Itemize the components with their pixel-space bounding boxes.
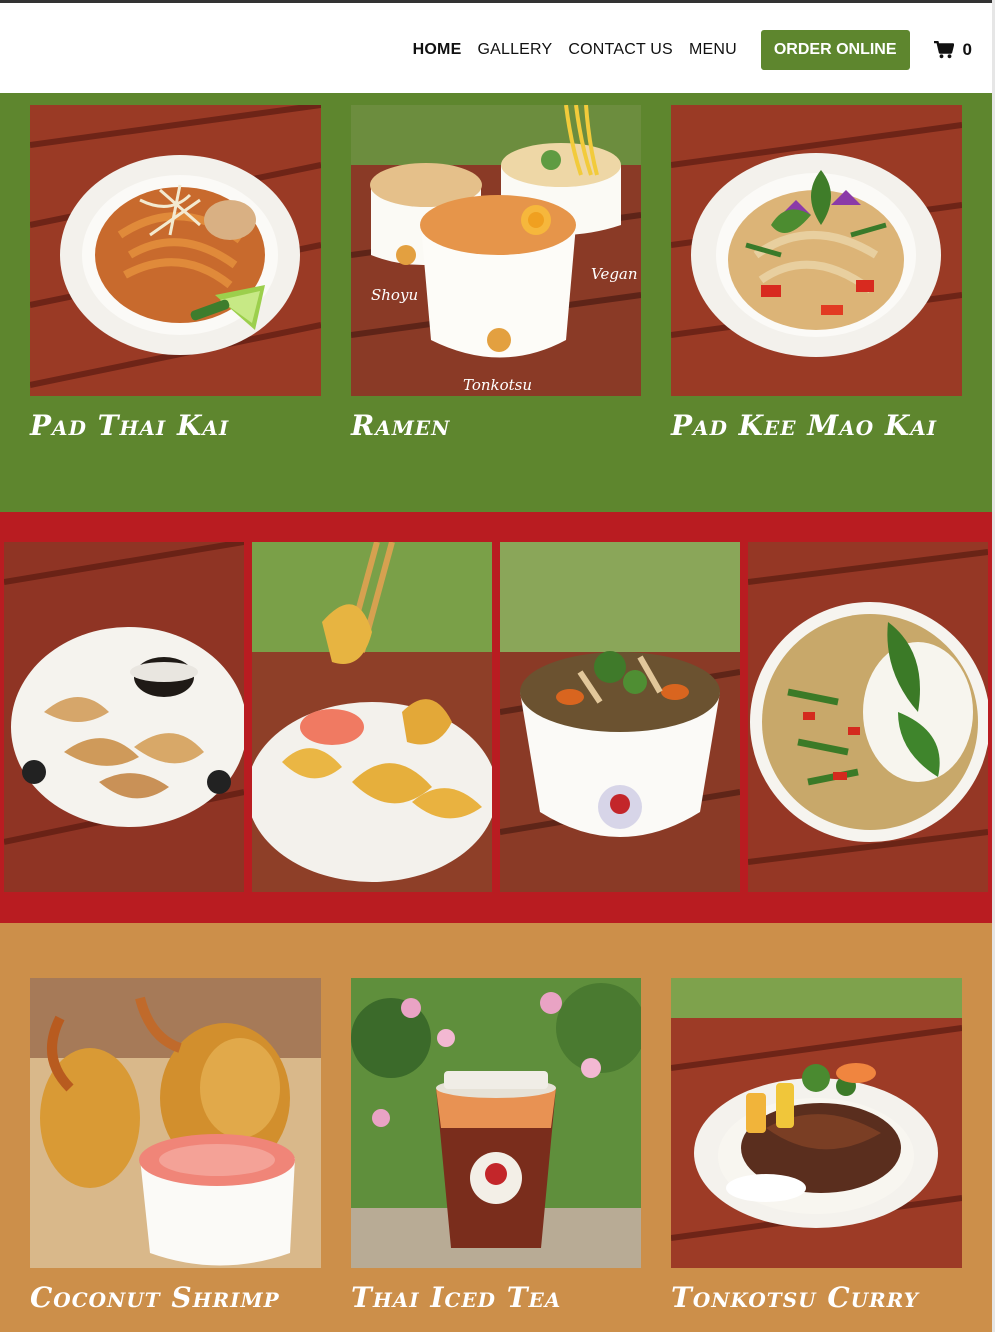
tonkotsu-curry-image xyxy=(671,978,962,1268)
pad-thai-photo[interactable] xyxy=(30,105,321,396)
crab-rangoon-image xyxy=(252,542,492,892)
featured-dishes-bottom: Coconut Shrimp Thai Iced Tea Tonkotsu Cu… xyxy=(0,923,992,1332)
pad-kee-mao-image xyxy=(671,105,962,396)
crab-rangoon-photo[interactable] xyxy=(252,542,492,892)
noodle-bowl-image xyxy=(500,542,740,892)
thai-iced-tea-photo[interactable] xyxy=(351,978,641,1268)
caption-coconut-shrimp: Coconut Shrimp xyxy=(30,1281,280,1314)
dumplings-photo[interactable] xyxy=(4,542,244,892)
nav-home[interactable]: HOME xyxy=(413,41,462,59)
basil-stir-fry-image xyxy=(748,542,988,892)
ramen-label-tonkotsu: Tonkotsu xyxy=(463,376,532,394)
pad-kee-mao-photo[interactable] xyxy=(671,105,962,396)
shopping-cart-icon xyxy=(933,41,954,59)
gallery-strip xyxy=(0,512,992,923)
dumplings-image xyxy=(4,542,244,892)
caption-pad-kee-mao-kai: Pad Kee Mao Kai xyxy=(671,409,938,442)
featured-dishes-top: Pad Thai Kai Shoyu Vegan Tonkotsu Ramen xyxy=(0,93,992,512)
nav-menu[interactable]: MENU xyxy=(689,41,737,59)
nav-contact-us[interactable]: CONTACT US xyxy=(568,41,673,59)
noodle-bowl-photo[interactable] xyxy=(500,542,740,892)
caption-tonkotsu-curry: Tonkotsu Curry xyxy=(671,1281,919,1314)
nav-gallery[interactable]: GALLERY xyxy=(477,41,552,59)
basil-stir-fry-photo[interactable] xyxy=(748,542,988,892)
main-nav: HOME GALLERY CONTACT US MENU ORDER ONLIN… xyxy=(413,28,972,72)
coconut-shrimp-image xyxy=(30,978,321,1268)
ramen-photo[interactable]: Shoyu Vegan Tonkotsu xyxy=(351,105,641,396)
order-online-button[interactable]: ORDER ONLINE xyxy=(760,30,910,70)
pad-thai-image xyxy=(30,105,321,396)
caption-pad-thai-kai: Pad Thai Kai xyxy=(30,409,230,442)
coconut-shrimp-photo[interactable] xyxy=(30,978,321,1268)
caption-thai-iced-tea: Thai Iced Tea xyxy=(351,1281,562,1314)
ramen-image: Shoyu Vegan Tonkotsu xyxy=(351,105,641,396)
site-header: HOME GALLERY CONTACT US MENU ORDER ONLIN… xyxy=(0,3,992,93)
cart-count: 0 xyxy=(962,40,972,59)
tonkotsu-curry-photo[interactable] xyxy=(671,978,962,1268)
ramen-label-vegan: Vegan xyxy=(591,265,638,283)
cart-button[interactable]: 0 xyxy=(933,40,972,60)
caption-ramen: Ramen xyxy=(351,409,451,442)
ramen-label-shoyu: Shoyu xyxy=(371,286,418,304)
thai-iced-tea-image xyxy=(351,978,641,1268)
